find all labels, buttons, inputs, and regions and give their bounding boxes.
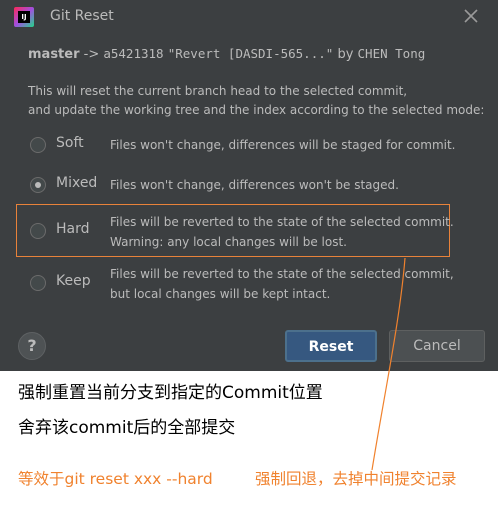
mode-keep-description: Files will be reverted to the state of t…	[110, 265, 454, 304]
help-button[interactable]: ?	[18, 332, 46, 360]
mode-keep-desc-line-2: but local changes will be kept intact.	[110, 286, 331, 301]
annotation-line-4: 强制回退，去掉中间提交记录	[255, 470, 457, 488]
by-label: by	[337, 47, 354, 62]
annotation-line-3: 等效于git reset xxx --hard	[18, 470, 213, 488]
git-reset-dialog: IJ Git Reset master -> a5421318 "Revert …	[0, 0, 498, 371]
dialog-title: Git Reset	[50, 8, 114, 24]
radio-keep[interactable]	[30, 275, 46, 291]
arrow: ->	[79, 47, 104, 62]
branch-name: master	[28, 47, 80, 62]
commit-author: CHEN Tong	[357, 46, 426, 61]
commit-message: "Revert [DASDI-565..."	[167, 46, 334, 61]
annotation-line-2: 舍弃该commit后的全部提交	[18, 418, 236, 438]
radio-soft[interactable]	[30, 137, 46, 153]
title-bar: IJ Git Reset	[0, 0, 498, 34]
mode-keep-label[interactable]: Keep	[56, 273, 91, 289]
radio-mixed[interactable]	[30, 177, 46, 193]
mode-mixed-label[interactable]: Mixed	[56, 175, 97, 191]
intellij-logo-icon: IJ	[14, 7, 34, 27]
reset-button[interactable]: Reset	[285, 330, 377, 362]
logo-text: IJ	[18, 11, 30, 23]
mode-soft-label[interactable]: Soft	[56, 135, 84, 151]
mode-mixed-description: Files won't change, differences won't be…	[110, 176, 399, 196]
mode-mixed-desc-line-1: Files won't change, differences won't be…	[110, 178, 399, 192]
mode-hard-desc-line-1: Files will be reverted to the state of t…	[110, 215, 454, 229]
annotation-line-1: 强制重置当前分支到指定的Commit位置	[18, 383, 323, 403]
mode-soft-desc-line-1: Files won't change, differences will be …	[110, 138, 456, 152]
radio-hard[interactable]	[30, 223, 46, 239]
commit-hash: a5421318	[103, 46, 164, 61]
reset-description: This will reset the current branch head …	[28, 82, 484, 120]
mode-hard-desc-line-2: Warning: any local changes will be lost.	[110, 234, 347, 249]
mode-hard-label[interactable]: Hard	[56, 221, 90, 237]
description-line-1: This will reset the current branch head …	[28, 84, 408, 98]
commit-info: master -> a5421318 "Revert [DASDI-565...…	[28, 46, 425, 62]
mode-keep-desc-line-1: Files will be reverted to the state of t…	[110, 267, 454, 281]
cancel-button[interactable]: Cancel	[389, 330, 485, 362]
mode-hard-description: Files will be reverted to the state of t…	[110, 213, 454, 252]
close-icon[interactable]	[461, 6, 481, 26]
description-line-2: and update the working tree and the inde…	[28, 103, 485, 117]
mode-soft-description: Files won't change, differences will be …	[110, 136, 456, 156]
